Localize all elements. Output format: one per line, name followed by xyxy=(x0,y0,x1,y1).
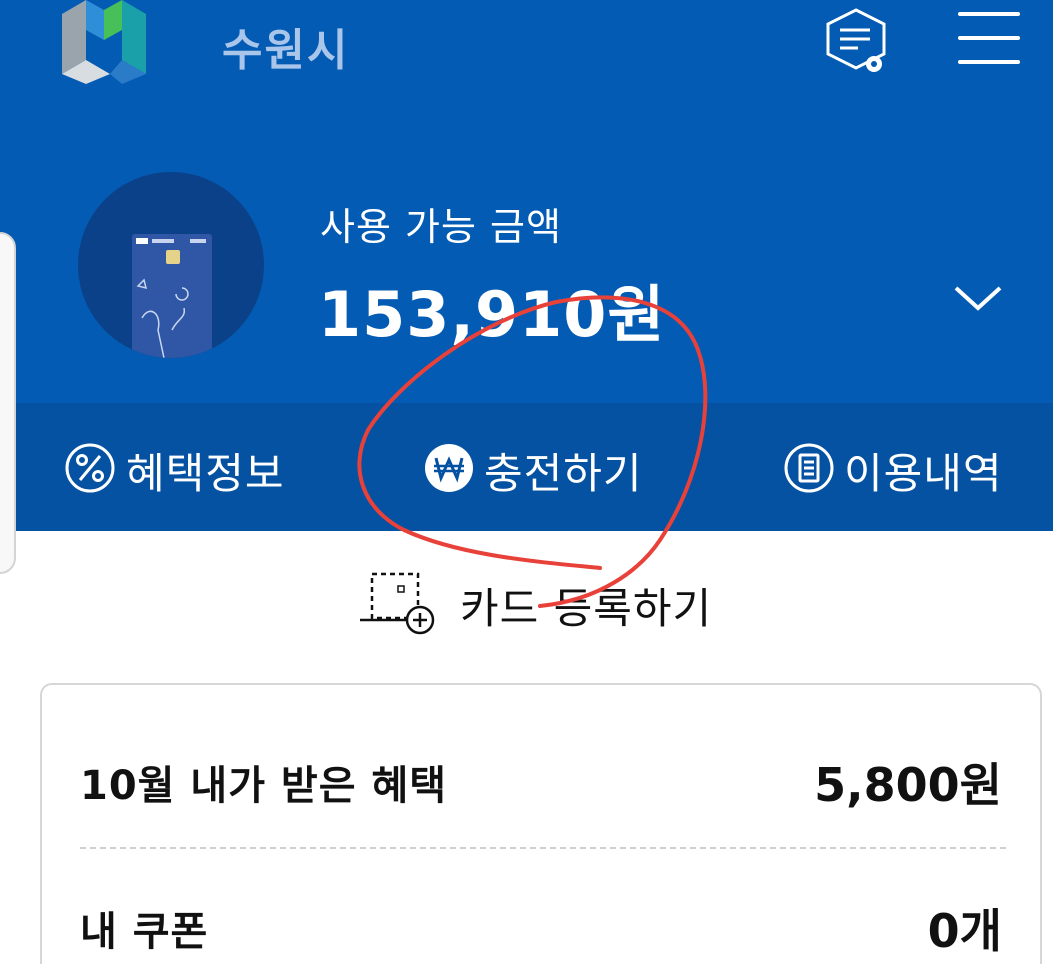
percent-icon xyxy=(64,442,116,498)
benefit-summary-card: 10월 내가 받은 혜택 5,800원 내 쿠폰 0개 xyxy=(40,683,1042,964)
register-card-button[interactable]: 카드 등록하기 xyxy=(360,572,712,638)
suwon-logo-icon[interactable] xyxy=(56,0,152,84)
chevron-down-icon[interactable] xyxy=(950,278,1006,318)
side-drawer-handle[interactable] xyxy=(0,232,16,574)
notification-settings-icon[interactable] xyxy=(820,6,896,82)
app-screen: 수원시 사용 가능 금액 153,910원 혜택정보 충전하기 이용내역 카드 … xyxy=(0,0,1053,964)
coupon-count-value[interactable]: 0개 xyxy=(928,895,1002,961)
app-title: 수원시 xyxy=(222,25,350,76)
monthly-benefit-label: 10월 내가 받은 혜택 xyxy=(80,763,448,809)
balance-amount: 153,910원 xyxy=(318,278,666,351)
usage-history-label: 이용내역 xyxy=(844,448,1003,498)
register-card-label: 카드 등록하기 xyxy=(460,583,713,633)
balance-label: 사용 가능 금액 xyxy=(320,205,562,249)
divider xyxy=(80,847,1006,849)
usage-history-button[interactable]: 이용내역 xyxy=(784,440,1003,500)
charge-label: 충전하기 xyxy=(484,448,643,498)
hamburger-menu-icon[interactable] xyxy=(958,12,1022,68)
charge-button[interactable]: 충전하기 xyxy=(424,440,643,500)
won-icon xyxy=(424,443,474,497)
list-document-icon xyxy=(784,443,834,497)
benefit-info-label: 혜택정보 xyxy=(126,448,285,498)
monthly-benefit-value: 5,800원 xyxy=(814,758,1002,812)
coupon-label[interactable]: 내 쿠폰 xyxy=(80,899,208,957)
local-currency-card-icon xyxy=(132,234,212,358)
card-image xyxy=(78,172,264,358)
benefit-info-button[interactable]: 혜택정보 xyxy=(64,440,285,500)
card-add-icon xyxy=(360,570,440,640)
